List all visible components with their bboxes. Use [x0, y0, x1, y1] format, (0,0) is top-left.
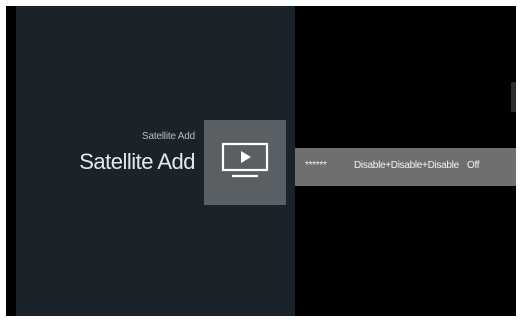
scrollbar-thumb[interactable]	[511, 82, 516, 112]
breadcrumb: Satellite Add	[142, 131, 195, 142]
satellite-status: Off	[467, 160, 480, 171]
satellite-mode: Disable+Disable+Disable	[354, 160, 459, 171]
list-item[interactable]: ****** Disable+Disable+Disable Off	[295, 148, 516, 186]
tv-play-icon	[221, 142, 269, 178]
app-tile[interactable]	[204, 120, 286, 205]
page-title: Satellite Add	[79, 149, 195, 174]
satellite-name: ******	[305, 160, 327, 171]
tv-screen: Satellite Add Satellite Add ****** Disab…	[6, 6, 516, 316]
